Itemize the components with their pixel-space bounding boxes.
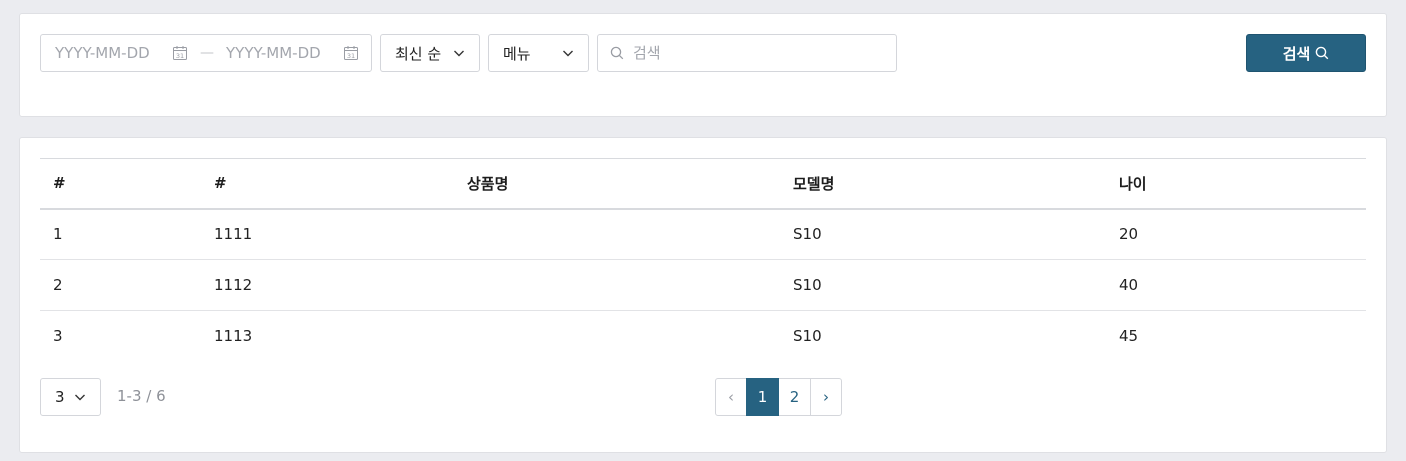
chevron-down-icon xyxy=(74,391,86,403)
svg-text:31: 31 xyxy=(347,52,355,60)
table-cell xyxy=(454,260,780,311)
column-header[interactable]: 나이 xyxy=(1106,159,1366,209)
table-cell: 40 xyxy=(1119,276,1139,294)
search-icon xyxy=(1315,46,1329,60)
search-button[interactable]: 검색 xyxy=(1246,34,1366,72)
search-icon xyxy=(610,46,624,60)
table-cell: 20 xyxy=(1119,225,1139,244)
table-row[interactable]: 2 1112 S10 40 xyxy=(40,260,1366,311)
next-page-button[interactable]: › xyxy=(810,378,842,416)
search-box[interactable] xyxy=(597,34,897,72)
table-cell: S10 xyxy=(793,225,822,244)
start-date-input[interactable]: YYYY-MM-DD xyxy=(55,44,159,62)
table-row[interactable]: 3 1113 S10 45 xyxy=(40,311,1366,362)
column-header[interactable]: 상품명 xyxy=(454,159,780,209)
column-header[interactable]: # xyxy=(40,159,201,209)
table-cell: S10 xyxy=(793,327,822,346)
search-button-label: 검색 xyxy=(1282,44,1311,63)
table-cell: S10 xyxy=(793,276,822,294)
search-input[interactable] xyxy=(633,44,873,62)
table-cell: 45 xyxy=(1119,327,1139,346)
sort-select-value: 최신 순 xyxy=(395,44,442,63)
table-row[interactable]: 1 1111 S10 20 xyxy=(40,209,1366,260)
results-panel: # # 상품명 모델명 나이 1 1111 S10 20 2 1112 S10 … xyxy=(19,137,1387,453)
page-size-value: 3 xyxy=(55,388,65,406)
svg-text:31: 31 xyxy=(176,52,184,60)
table-cell xyxy=(454,209,780,260)
calendar-icon[interactable]: 31 xyxy=(343,45,359,61)
date-range-picker[interactable]: YYYY-MM-DD 31 — YYYY-MM-DD 31 xyxy=(40,34,372,72)
table-cell: 1 xyxy=(53,225,63,244)
menu-select-value: 메뉴 xyxy=(503,44,531,63)
end-date-input[interactable]: YYYY-MM-DD xyxy=(226,44,330,62)
chevron-down-icon xyxy=(453,47,465,59)
filter-panel: YYYY-MM-DD 31 — YYYY-MM-DD 31 최신 순 메뉴 검색… xyxy=(19,13,1387,117)
table-cell: 1112 xyxy=(214,276,253,294)
results-table: # # 상품명 모델명 나이 1 1111 S10 20 2 1112 S10 … xyxy=(40,158,1366,362)
table-cell: 1113 xyxy=(214,327,253,346)
table-header-row: # # 상품명 모델명 나이 xyxy=(40,158,1366,209)
column-header[interactable]: 모델명 xyxy=(780,159,1106,209)
column-header[interactable]: # xyxy=(201,159,454,209)
calendar-icon[interactable]: 31 xyxy=(172,45,188,61)
table-cell: 1111 xyxy=(214,225,253,244)
page-button-2[interactable]: 2 xyxy=(778,378,811,416)
menu-select[interactable]: 메뉴 xyxy=(488,34,589,72)
chevron-down-icon xyxy=(562,47,574,59)
page-size-select[interactable]: 3 xyxy=(40,378,101,416)
table-cell: 2 xyxy=(53,276,63,294)
table-cell: 3 xyxy=(53,327,63,346)
pagination: ‹ 1 2 › xyxy=(715,378,842,416)
sort-select[interactable]: 최신 순 xyxy=(380,34,480,72)
prev-page-button[interactable]: ‹ xyxy=(715,378,747,416)
table-cell xyxy=(454,311,780,362)
result-range-text: 1-3 / 6 xyxy=(117,387,166,405)
page-button-1[interactable]: 1 xyxy=(746,378,779,416)
date-range-separator: — xyxy=(200,45,214,61)
